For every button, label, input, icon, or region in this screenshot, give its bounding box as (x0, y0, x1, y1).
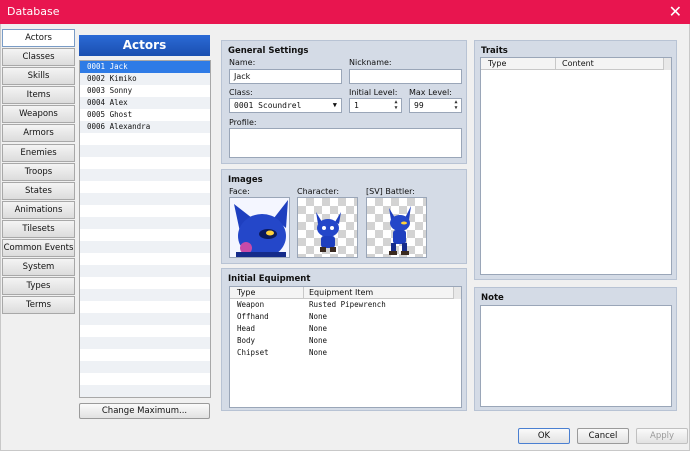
equipment-row[interactable]: Chipset None (230, 347, 461, 359)
general-settings-panel: General Settings Name: Jack Nickname: Cl… (221, 40, 467, 164)
equip-item-cell: None (309, 312, 328, 321)
equip-type-cell: Weapon (237, 300, 265, 309)
database-tabs: Actors Classes Skills Items Weapons Armo… (2, 29, 75, 315)
equipment-row[interactable]: Head None (230, 323, 461, 335)
tab-skills[interactable]: Skills (2, 67, 75, 86)
close-icon[interactable]: ✕ (669, 2, 682, 21)
traits-table[interactable]: Type Content (480, 57, 672, 275)
traits-title: Traits (481, 46, 508, 56)
initial-equipment-title: Initial Equipment (228, 274, 311, 284)
name-field[interactable]: Jack (229, 69, 342, 84)
actor-item-alexandra[interactable]: 0006 Alexandra (80, 121, 210, 133)
traits-panel: Traits Type Content (474, 40, 677, 280)
images-title: Images (228, 175, 263, 185)
equip-item-cell: None (309, 324, 328, 333)
character-label: Character: (297, 187, 340, 196)
equip-item-cell: Rusted Pipewrench (309, 300, 386, 309)
actor-item-alex[interactable]: 0004 Alex (80, 97, 210, 109)
nickname-field[interactable] (349, 69, 462, 84)
col-item-header: Equipment Item (309, 288, 374, 297)
tab-terms[interactable]: Terms (2, 296, 75, 315)
general-settings-title: General Settings (228, 46, 309, 56)
max-level-label: Max Level: (409, 88, 452, 97)
tab-animations[interactable]: Animations (2, 200, 75, 219)
equipment-row[interactable]: Body None (230, 335, 461, 347)
title-bar: Database ✕ (0, 0, 690, 24)
note-panel: Note (474, 287, 677, 411)
note-field[interactable] (480, 305, 672, 407)
images-panel: Images Face: Character: [SV] Battler: (221, 169, 467, 264)
tab-tilesets[interactable]: Tilesets (2, 219, 75, 238)
tab-enemies[interactable]: Enemies (2, 143, 75, 162)
equipment-row[interactable]: Weapon Rusted Pipewrench (230, 299, 461, 311)
tab-troops[interactable]: Troops (2, 162, 75, 181)
class-label: Class: (229, 88, 253, 97)
character-sprite-icon (316, 212, 341, 252)
chevron-down-icon: ▼ (332, 101, 337, 109)
battler-image[interactable] (366, 197, 427, 258)
tab-system[interactable]: System (2, 258, 75, 277)
face-portrait-icon (230, 198, 289, 257)
face-image[interactable] (229, 197, 290, 258)
equip-type-cell: Body (237, 336, 256, 345)
initial-level-value: 1 (354, 101, 359, 110)
equip-item-cell: None (309, 336, 328, 345)
ok-button[interactable]: OK (518, 428, 570, 444)
tab-weapons[interactable]: Weapons (2, 105, 75, 124)
equip-item-cell: None (309, 348, 328, 357)
table-scrollbar[interactable] (663, 58, 671, 70)
max-level-spinner[interactable]: 99 ▲ ▼ (409, 98, 462, 113)
equip-type-cell: Offhand (237, 312, 269, 321)
apply-button[interactable]: Apply (636, 428, 688, 444)
tab-armors[interactable]: Armors (2, 124, 75, 143)
actor-item-jack[interactable]: 0001 Jack (80, 61, 210, 73)
spinner-arrows-icon[interactable]: ▲ ▼ (452, 99, 460, 112)
actor-list[interactable]: 0001 Jack 0002 Kimiko 0003 Sonny 0004 Al… (79, 60, 211, 398)
tab-common-events[interactable]: Common Events (2, 239, 75, 258)
character-image[interactable] (297, 197, 358, 258)
actor-item-ghost[interactable]: 0005 Ghost (80, 109, 210, 121)
traits-table-header: Type Content (481, 58, 671, 70)
equipment-row[interactable]: Offhand None (230, 311, 461, 323)
col-type-header: Type (237, 288, 256, 297)
initial-level-label: Initial Level: (349, 88, 398, 97)
actor-item-sonny[interactable]: 0003 Sonny (80, 85, 210, 97)
profile-label: Profile: (229, 118, 257, 127)
battler-sprite-icon (389, 206, 411, 255)
face-label: Face: (229, 187, 250, 196)
window-title: Database (7, 5, 60, 18)
class-select-value: 0001 Scoundrel (234, 101, 302, 110)
name-label: Name: (229, 58, 256, 67)
actor-item-kimiko[interactable]: 0002 Kimiko (80, 73, 210, 85)
nickname-label: Nickname: (349, 58, 392, 67)
tab-states[interactable]: States (2, 181, 75, 200)
col-content-header: Content (562, 59, 594, 68)
equipment-table-header: Type Equipment Item (230, 287, 461, 299)
change-maximum-button[interactable]: Change Maximum... (79, 403, 210, 419)
note-title: Note (481, 293, 504, 303)
tab-classes[interactable]: Classes (2, 48, 75, 67)
spinner-arrows-icon[interactable]: ▲ ▼ (392, 99, 400, 112)
table-scrollbar[interactable] (453, 287, 461, 299)
class-select[interactable]: 0001 Scoundrel ▼ (229, 98, 342, 113)
col-type-header: Type (488, 59, 507, 68)
actors-list-header: Actors (79, 35, 210, 56)
tab-items[interactable]: Items (2, 86, 75, 105)
initial-level-spinner[interactable]: 1 ▲ ▼ (349, 98, 402, 113)
battler-label: [SV] Battler: (366, 187, 415, 196)
tab-types[interactable]: Types (2, 277, 75, 296)
equip-type-cell: Head (237, 324, 256, 333)
initial-equipment-panel: Initial Equipment Type Equipment Item We… (221, 268, 467, 411)
max-level-value: 99 (414, 101, 424, 110)
equip-type-cell: Chipset (237, 348, 269, 357)
cancel-button[interactable]: Cancel (577, 428, 629, 444)
profile-field[interactable] (229, 128, 462, 158)
tab-actors[interactable]: Actors (2, 29, 75, 47)
equipment-table[interactable]: Type Equipment Item Weapon Rusted Pipewr… (229, 286, 462, 408)
